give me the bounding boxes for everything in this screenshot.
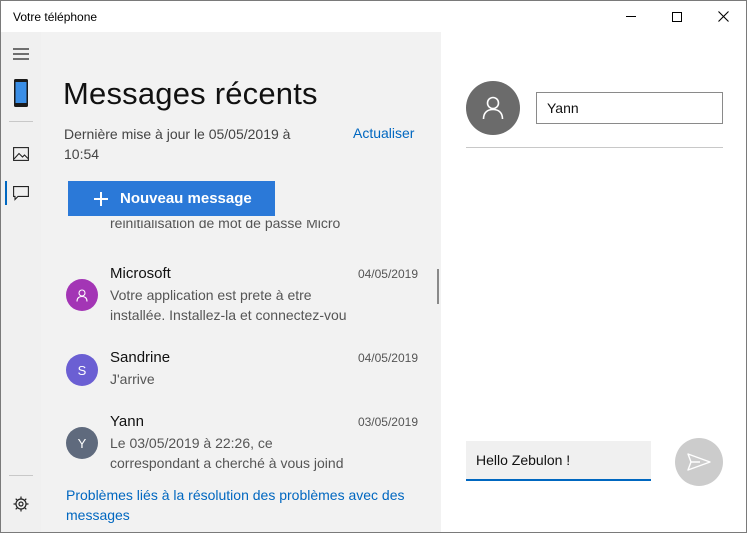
messages-panel: Messages récents Dernière mise à jour le… [41, 32, 441, 532]
hamburger-icon [13, 48, 29, 60]
avatar: S [66, 354, 98, 386]
maximize-icon [672, 11, 682, 22]
conversation-list[interactable]: réinitialisation de mot de passe Micro M… [41, 220, 435, 476]
message-date: 03/05/2019 [357, 415, 418, 429]
message-date: 04/05/2019 [357, 351, 418, 365]
new-message-label: Nouveau message [120, 190, 252, 207]
person-icon [482, 96, 504, 120]
person-icon [76, 288, 88, 302]
message-icon [13, 185, 29, 201]
minimize-button[interactable] [608, 1, 654, 32]
conversation-panel [441, 32, 746, 532]
nav-settings[interactable] [1, 484, 41, 524]
new-message-button[interactable]: Nouveau message [68, 181, 275, 216]
gear-icon [13, 496, 29, 512]
last-update-text: Dernière mise à jour le 05/05/2019 à 10:… [64, 126, 291, 162]
send-button[interactable] [675, 438, 723, 486]
recipient-field[interactable] [536, 92, 723, 124]
sender-name: Yann [110, 413, 144, 430]
minimize-icon [626, 16, 636, 17]
contact-avatar [466, 81, 520, 135]
message-date: 04/05/2019 [357, 267, 418, 281]
plus-icon [94, 191, 108, 206]
avatar: Y [66, 427, 98, 459]
window-title: Votre téléphone [13, 10, 98, 24]
message-preview: J'arrive [110, 371, 155, 387]
nav-phone[interactable] [1, 73, 41, 113]
rail-divider-bottom [9, 475, 33, 476]
sender-name: Sandrine [110, 349, 171, 366]
nav-messages[interactable] [1, 173, 41, 213]
close-icon [717, 11, 729, 22]
send-icon [687, 453, 711, 471]
photos-icon [13, 147, 29, 161]
nav-rail [1, 32, 41, 532]
nav-photos[interactable] [1, 134, 41, 174]
page-title: Messages récents [63, 76, 318, 111]
list-scrollbar[interactable] [437, 269, 439, 304]
message-preview: Le 03/05/2019 à 22:26, ce correspondant … [110, 435, 344, 471]
maximize-button[interactable] [654, 1, 700, 32]
rail-divider [9, 121, 33, 122]
message-input[interactable] [466, 441, 651, 481]
title-bar: Votre téléphone [1, 1, 746, 32]
message-preview: Votre application est prete à etre insta… [110, 287, 347, 323]
header-divider [466, 147, 723, 148]
truncated-preview: réinitialisation de mot de passe Micro [110, 220, 341, 231]
close-button[interactable] [700, 1, 746, 32]
hamburger-menu-button[interactable] [1, 34, 41, 74]
sender-name: Microsoft [110, 265, 171, 282]
app-window: Votre téléphone Messages récents Dernièr… [0, 0, 747, 533]
avatar [66, 279, 98, 311]
refresh-link[interactable]: Actualiser [353, 125, 414, 141]
troubleshoot-link[interactable]: Problèmes liés à la résolution des probl… [66, 485, 416, 525]
phone-icon [14, 79, 28, 107]
